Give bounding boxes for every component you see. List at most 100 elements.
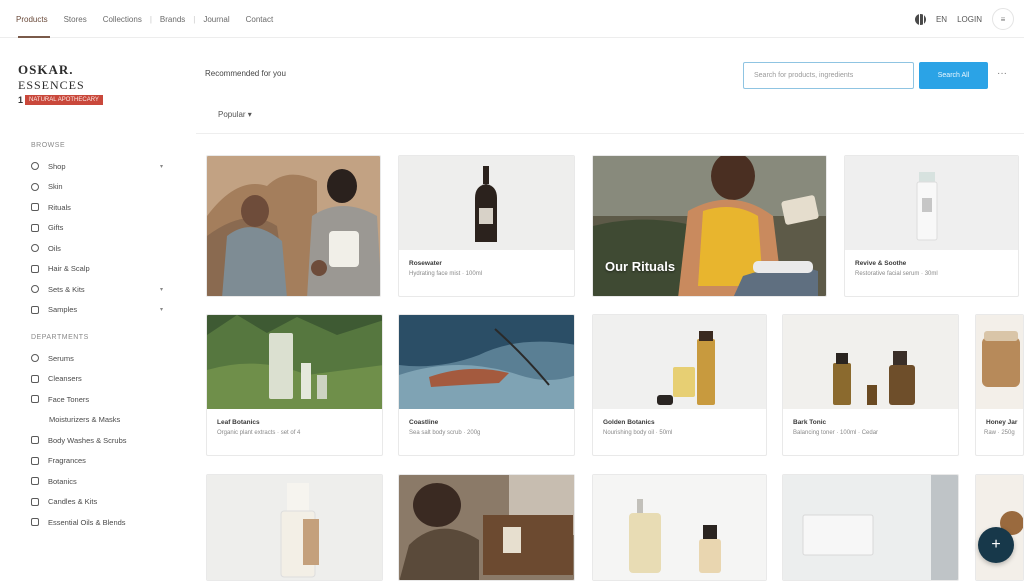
sidebar-item-shop[interactable]: Shop ▾ [0,156,180,177]
card-title: Golden Botanics [603,419,655,426]
vial-icon [31,305,39,314]
product-card[interactable] [206,474,383,581]
chevron-down-icon[interactable]: ▾ [160,163,163,170]
card-image [783,475,958,580]
sidebar-item-label: Botanics [48,476,77,486]
sidebar-item-label: Moisturizers & Masks [49,415,121,425]
sidebar-item-skin[interactable]: Skin [0,177,180,198]
sidebar-item-botanics[interactable]: Botanics [0,471,180,492]
leaf-icon [31,203,39,212]
flower-icon [31,456,39,465]
card-subtitle: Sea salt body scrub · 200g [409,430,481,436]
search-button[interactable]: Search All [919,62,988,89]
sidebar-item-label: Gifts [48,223,64,233]
sidebar-item-face-toners[interactable]: Face Toners [0,389,180,410]
add-button[interactable]: + [978,527,1014,563]
card-subtitle: Raw · 250g [984,430,1015,436]
bottle-icon [31,374,39,383]
leaf-icon [31,477,39,486]
card-overlay-title: Our Rituals [605,259,676,274]
card-title: Honey Jar [986,419,1018,426]
box-icon [31,285,39,294]
comb-icon [31,264,39,273]
brand-logo[interactable]: OSKAR. ESSENCES 1 NATURAL APOTHECARY [18,62,138,105]
sidebar-item-hair-scalp[interactable]: Hair & Scalp [0,259,180,280]
spray-icon [31,395,39,404]
tab-products[interactable]: Products [8,0,56,38]
tab-journal[interactable]: Journal [195,0,237,38]
top-nav-tabs: Products Stores Collections | Brands | J… [8,0,281,38]
header-divider [196,133,1024,134]
globe-icon[interactable] [914,13,926,25]
sidebar-item-label: Sets & Kits [48,284,85,294]
sidebar-item-label: Serums [48,353,74,363]
card-image [593,156,826,296]
card-subtitle: Hydrating face mist · 100ml [409,271,483,277]
tag-icon [31,436,39,445]
card-subtitle: Balancing toner · 100ml · Cedar [793,430,879,436]
product-card[interactable] [398,474,575,581]
sidebar-item-label: Cleansers [48,374,82,384]
card-image [976,315,1023,409]
sidebar-item-fragrances[interactable]: Fragrances [0,451,180,472]
sidebar-item-label: Rituals [48,202,71,212]
chevron-down-icon[interactable]: ▾ [160,306,163,313]
product-card[interactable]: Honey Jar Raw · 250g [975,314,1024,456]
sidebar-item-label: Candles & Kits [48,497,98,507]
product-card[interactable] [782,474,959,581]
product-card[interactable] [206,155,381,297]
product-card[interactable]: Rosewater Hydrating face mist · 100ml [398,155,575,297]
sidebar-item-moisturizers[interactable]: Moisturizers & Masks [0,410,180,431]
menu-icon[interactable]: ≡ [992,8,1014,30]
sidebar-item-gifts[interactable]: Gifts [0,218,180,239]
card-subtitle: Nourishing body oil · 50ml [603,430,673,436]
sidebar-item-samples[interactable]: Samples ▾ [0,300,180,321]
sidebar-item-label: Face Toners [48,394,90,404]
card-title: Leaf Botanics [217,419,260,426]
more-options-icon[interactable]: ··· [997,68,1007,79]
card-image [593,475,766,580]
product-card-featured[interactable]: Our Rituals [592,155,827,297]
sidebar-item-label: Essential Oils & Blends [48,517,126,527]
sidebar: BROWSE Shop ▾ Skin Rituals Gifts Oils Hai… [0,138,180,581]
sidebar-item-oils[interactable]: Oils [0,238,180,259]
chevron-down-icon[interactable]: ▾ [160,286,163,293]
drop-icon [31,244,39,253]
sidebar-item-rituals[interactable]: Rituals [0,197,180,218]
card-image [207,156,380,296]
sidebar-item-label: Body Washes & Scrubs [48,435,127,445]
login-link[interactable]: LOGIN [957,15,982,24]
product-card[interactable]: Revive & Soothe Restorative facial serum… [844,155,1019,297]
product-card[interactable]: Golden Botanics Nourishing body oil · 50… [592,314,767,456]
sidebar-item-label: Skin [48,182,63,192]
tab-brands[interactable]: Brands [152,0,193,38]
language-selector[interactable]: EN [936,15,947,24]
sidebar-item-serums[interactable]: Serums [0,348,180,369]
sidebar-item-label: Oils [48,243,61,253]
tab-contact[interactable]: Contact [238,0,282,38]
product-card[interactable] [592,474,767,581]
search-input[interactable]: Search for products, ingredients [743,62,914,89]
sort-dropdown[interactable]: Popular ▾ [218,110,252,119]
tab-collections[interactable]: Collections [95,0,150,38]
card-image [399,156,574,250]
card-image [207,475,382,580]
product-card[interactable]: Coastline Sea salt body scrub · 200g [398,314,575,456]
sidebar-item-body-washes[interactable]: Body Washes & Scrubs [0,430,180,451]
product-card[interactable]: Bark Tonic Balancing toner · 100ml · Ced… [782,314,959,456]
brand-name: OSKAR. [18,62,74,77]
top-nav-actions: EN LOGIN ≡ [914,0,1014,38]
drop-icon [31,518,39,527]
sidebar-item-essential-oils[interactable]: Essential Oils & Blends [0,512,180,533]
brand-prefix: 1 [18,95,24,105]
product-card[interactable]: Leaf Botanics Organic plant extracts · s… [206,314,383,456]
sidebar-item-label: Hair & Scalp [48,264,90,274]
sidebar-item-sets-kits[interactable]: Sets & Kits ▾ [0,279,180,300]
card-title: Bark Tonic [793,419,827,426]
card-image [399,315,574,409]
brand-tagline-row: 1 NATURAL APOTHECARY [18,95,138,105]
sidebar-item-cleansers[interactable]: Cleansers [0,369,180,390]
sidebar-item-candles[interactable]: Candles & Kits [0,492,180,513]
tab-stores[interactable]: Stores [56,0,95,38]
card-image [783,315,958,409]
